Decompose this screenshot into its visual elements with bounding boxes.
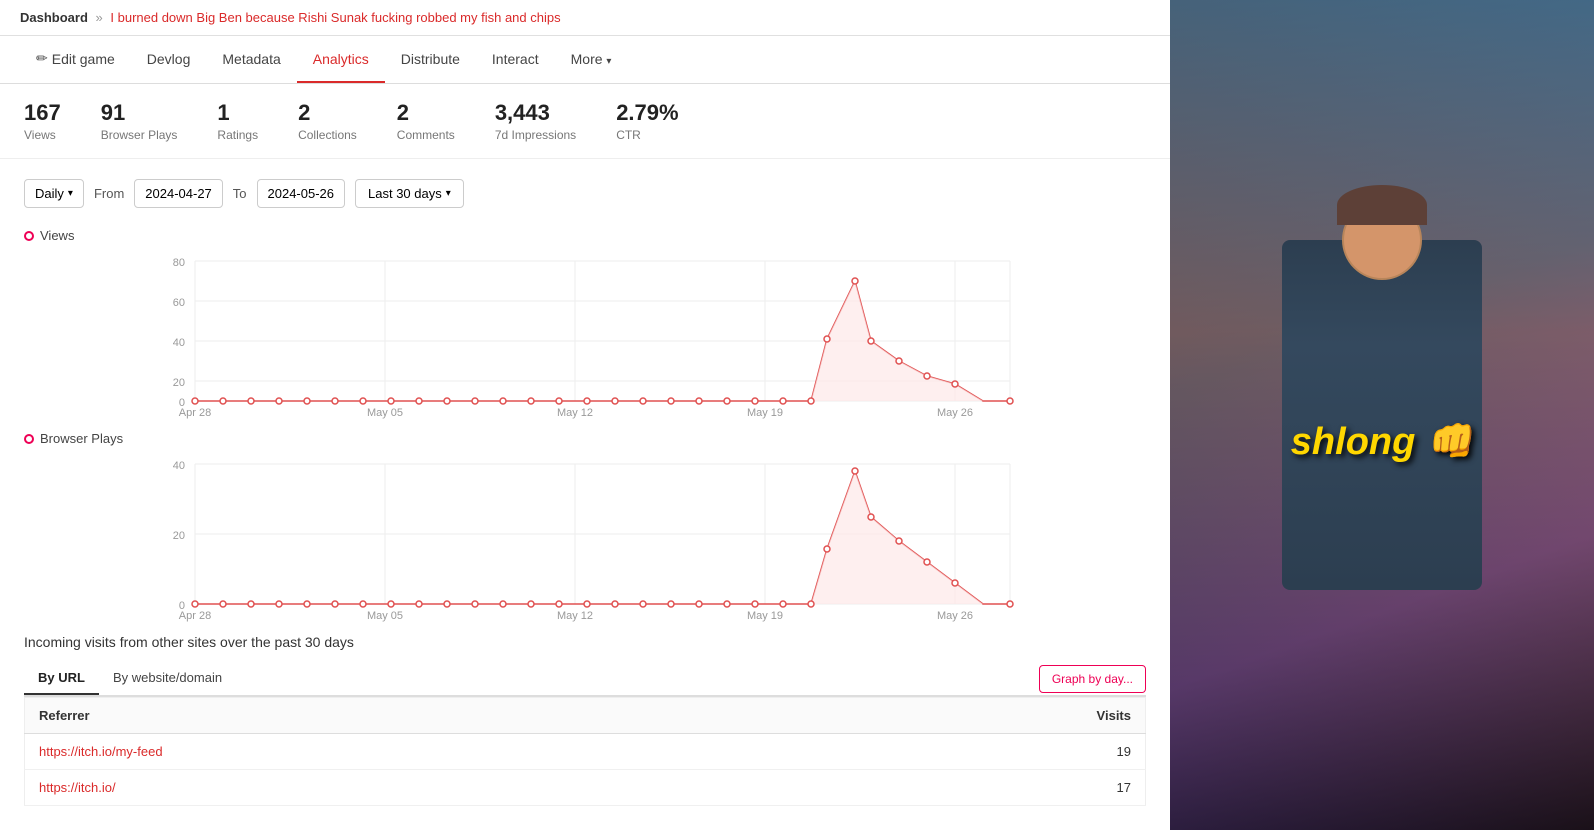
- granularity-chevron-icon: ▾: [68, 188, 73, 199]
- tab-distribute[interactable]: Distribute: [385, 37, 476, 83]
- tab-bar: ✏ Edit game Devlog Metadata Analytics Di…: [0, 36, 1170, 84]
- svg-text:Apr 28: Apr 28: [179, 610, 211, 622]
- svg-text:20: 20: [173, 530, 185, 542]
- referrer-link[interactable]: https://itch.io/: [39, 780, 116, 795]
- views-dot-icon: [24, 231, 34, 241]
- stat-browser-plays: 91 Browser Plays: [101, 100, 178, 142]
- svg-text:May 26: May 26: [937, 407, 973, 419]
- chevron-down-icon: ▾: [606, 56, 611, 67]
- breadcrumb-separator: »: [96, 10, 103, 25]
- svg-text:May 05: May 05: [367, 407, 403, 419]
- referrer-cell: https://itch.io/my-feed: [25, 734, 818, 770]
- visits-cell: 19: [817, 734, 1145, 770]
- breadcrumb-dashboard: Dashboard: [20, 10, 88, 25]
- to-label: To: [233, 186, 247, 201]
- svg-text:20: 20: [173, 377, 185, 389]
- views-chart-svg: 80 60 40 20 0: [24, 251, 1146, 411]
- svg-text:May 19: May 19: [747, 407, 783, 419]
- stat-collections: 2 Collections: [298, 100, 357, 142]
- table-row: https://itch.io/my-feed 19: [25, 734, 1146, 770]
- svg-text:May 26: May 26: [937, 610, 973, 622]
- main-content: Dashboard » I burned down Big Ben becaus…: [0, 0, 1170, 830]
- referrer-table: Referrer Visits https://itch.io/my-feed 1…: [24, 697, 1146, 806]
- table-header-row: Referrer Visits: [25, 698, 1146, 734]
- breadcrumb-game-title[interactable]: I burned down Big Ben because Rishi Suna…: [110, 10, 560, 25]
- referrer-tab-by-domain[interactable]: By website/domain: [99, 662, 236, 695]
- incoming-visits-title: Incoming visits from other sites over th…: [24, 634, 1146, 650]
- referrer-column-header: Referrer: [25, 698, 818, 734]
- tab-metadata[interactable]: Metadata: [206, 37, 296, 83]
- range-chevron-icon: ▾: [446, 188, 451, 199]
- overlay-text: shlong 👊: [1291, 420, 1473, 464]
- tab-edit-game[interactable]: ✏ Edit game: [20, 36, 131, 83]
- visits-cell: 17: [817, 770, 1145, 806]
- stat-comments: 2 Comments: [397, 100, 455, 142]
- browser-plays-chart: 40 20 0 Apr 28 May 05: [24, 454, 1146, 614]
- browser-plays-chart-label: Browser Plays: [24, 431, 1146, 446]
- views-chart-section: Views 80 60 40 20 0: [24, 228, 1146, 411]
- browser-plays-chart-section: Browser Plays 40 20 0: [24, 431, 1146, 614]
- referrer-tab-by-url[interactable]: By URL: [24, 662, 99, 695]
- stat-views: 167 Views: [24, 100, 61, 142]
- svg-text:80: 80: [173, 257, 185, 269]
- views-chart-label: Views: [24, 228, 1146, 243]
- referrer-cell: https://itch.io/: [25, 770, 818, 806]
- browser-plays-chart-svg: 40 20 0 Apr 28 May 05: [24, 454, 1146, 614]
- tab-analytics[interactable]: Analytics: [297, 37, 385, 83]
- svg-text:60: 60: [173, 297, 185, 309]
- stat-ratings: 1 Ratings: [217, 100, 258, 142]
- tab-devlog[interactable]: Devlog: [131, 37, 207, 83]
- svg-text:Apr 28: Apr 28: [179, 407, 211, 419]
- side-panel: shlong 👊: [1170, 0, 1594, 830]
- to-date-input[interactable]: 2024-05-26: [257, 179, 346, 208]
- incoming-visits-section: Incoming visits from other sites over th…: [24, 634, 1146, 806]
- tab-more[interactable]: More ▾: [555, 37, 628, 83]
- svg-text:May 12: May 12: [557, 407, 593, 419]
- date-range-button[interactable]: Last 30 days ▾: [355, 179, 464, 208]
- graph-by-day-button[interactable]: Graph by day...: [1039, 665, 1146, 693]
- svg-text:May 05: May 05: [367, 610, 403, 622]
- breadcrumb: Dashboard » I burned down Big Ben becaus…: [0, 0, 1170, 36]
- stat-ctr: 2.79% CTR: [616, 100, 678, 142]
- from-label: From: [94, 186, 124, 201]
- stats-bar: 167 Views 91 Browser Plays 1 Ratings 2 C…: [0, 84, 1170, 159]
- views-chart: 80 60 40 20 0: [24, 251, 1146, 411]
- browser-plays-dot-icon: [24, 434, 34, 444]
- analytics-body: Daily ▾ From 2024-04-27 To 2024-05-26 La…: [0, 159, 1170, 826]
- svg-text:40: 40: [173, 460, 185, 472]
- svg-text:40: 40: [173, 337, 185, 349]
- filter-bar: Daily ▾ From 2024-04-27 To 2024-05-26 La…: [24, 179, 1146, 208]
- edit-icon: ✏: [36, 50, 48, 67]
- tab-interact[interactable]: Interact: [476, 37, 555, 83]
- referrer-link[interactable]: https://itch.io/my-feed: [39, 744, 163, 759]
- from-date-input[interactable]: 2024-04-27: [134, 179, 223, 208]
- svg-text:May 19: May 19: [747, 610, 783, 622]
- svg-text:May 12: May 12: [557, 610, 593, 622]
- granularity-select[interactable]: Daily ▾: [24, 179, 84, 208]
- table-row: https://itch.io/17: [25, 770, 1146, 806]
- stat-impressions: 3,443 7d Impressions: [495, 100, 576, 142]
- visits-column-header: Visits: [817, 698, 1145, 734]
